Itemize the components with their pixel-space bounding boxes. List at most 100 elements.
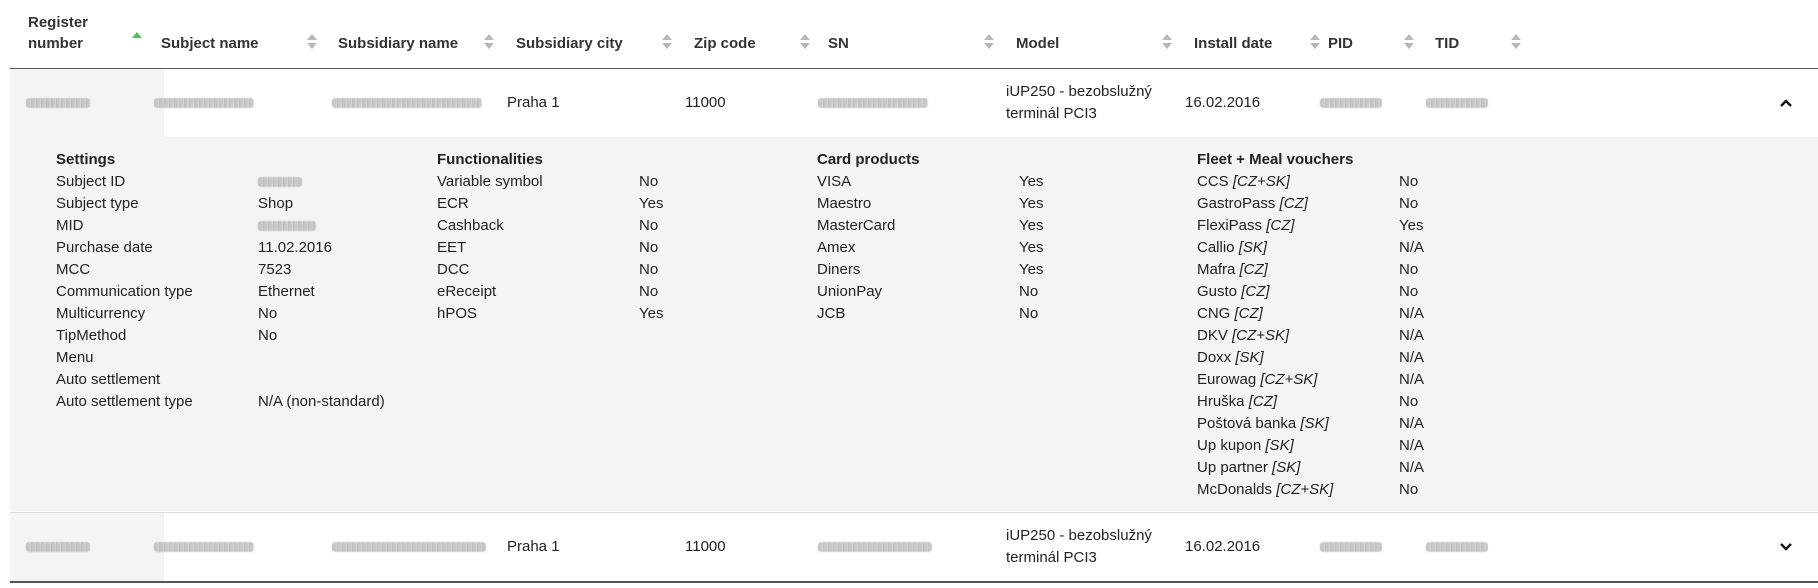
detail-key: JCB: [817, 303, 845, 325]
column-header-register-number[interactable]: Register number: [28, 0, 142, 68]
table-row[interactable]: Praha 1 11000 iUP250 - bezobslužný termi…: [10, 69, 1818, 138]
detail-value: No: [639, 173, 659, 190]
detail-value: No: [1019, 283, 1039, 300]
detail-key: CCS [CZ+SK]: [1197, 171, 1290, 193]
zip-code-cell: 11000: [685, 538, 726, 555]
detail-key-text: GastroPass: [1197, 195, 1276, 212]
detail-key: Menu: [56, 347, 94, 369]
column-header-subject-name[interactable]: Subject name: [161, 0, 321, 68]
detail-value: Yes: [1019, 261, 1044, 278]
section-title: Card products: [817, 151, 920, 168]
detail-region: [CZ]: [1279, 195, 1308, 212]
column-header-sn[interactable]: SN: [828, 0, 1008, 68]
detail-item: MCC 7523: [56, 259, 291, 281]
detail-value: N/A: [1399, 305, 1425, 322]
detail-key-text: eReceipt: [437, 283, 497, 300]
chevron-up-icon[interactable]: [1778, 95, 1794, 111]
detail-key-text: Hruška: [1197, 393, 1245, 410]
detail-region: [CZ+SK]: [1232, 327, 1290, 344]
detail-key-text: McDonalds: [1197, 481, 1273, 498]
detail-key-text: Up kupon: [1197, 437, 1262, 454]
sort-icon: [984, 34, 994, 50]
detail-item: Diners Yes: [817, 259, 1043, 281]
column-header-install-date[interactable]: Install date: [1194, 0, 1324, 68]
detail-region: [CZ+SK]: [1232, 173, 1290, 190]
column-header-subsidiary-city[interactable]: Subsidiary city: [516, 0, 676, 68]
detail-region: [SK]: [1265, 437, 1294, 454]
sort-icon: [1310, 34, 1320, 50]
subsidiary-name-cell: [332, 69, 482, 137]
detail-item: DCC No: [437, 259, 658, 281]
detail-key-text: CNG: [1197, 305, 1231, 322]
detail-key-text: DCC: [437, 261, 470, 278]
detail-key: Callio [SK]: [1197, 237, 1267, 259]
detail-key: Cashback: [437, 215, 504, 237]
detail-value: Ethernet: [258, 283, 315, 300]
detail-key-text: Eurowag: [1197, 371, 1257, 388]
table-header: Register number Subject name Subsidiary …: [10, 0, 1818, 70]
column-header-subsidiary-name[interactable]: Subsidiary name: [338, 0, 498, 68]
column-header-pid[interactable]: PID: [1328, 0, 1428, 68]
sort-icon: [307, 34, 317, 50]
column-label: Subject name: [161, 35, 259, 52]
detail-value: N/A: [1399, 459, 1425, 476]
column-label: Install date: [1194, 35, 1273, 52]
model-line: terminál PCI3: [1006, 549, 1097, 566]
chevron-down-icon[interactable]: [1778, 539, 1794, 555]
detail-key-text: Purchase date: [56, 239, 153, 256]
detail-region: [CZ+SK]: [1260, 371, 1318, 388]
detail-value: Yes: [1019, 217, 1044, 234]
redacted-subsidiary-name: [332, 542, 486, 552]
table-row[interactable]: Praha 1 11000 iUP250 - bezobslužný termi…: [10, 512, 1818, 583]
redacted-sn: [818, 98, 928, 108]
column-header-model[interactable]: Model: [1016, 0, 1186, 68]
subsidiary-name-cell: [332, 513, 486, 581]
detail-region: [SK]: [1272, 459, 1301, 476]
detail-item: Up kupon [SK] N/A: [1197, 435, 1424, 457]
detail-value: No: [258, 305, 278, 322]
detail-item: FlexiPass [CZ] Yes: [1197, 215, 1423, 237]
detail-key-text: Auto settlement type: [56, 393, 193, 410]
model-cell: iUP250 - bezobslužný terminál PCI3: [1006, 513, 1152, 569]
detail-region: [CZ]: [1248, 393, 1278, 410]
column-label: Register number: [28, 14, 89, 52]
detail-key-text: Subject type: [56, 195, 139, 212]
functionalities-section: Functionalities Variable symbol No ECR Yes C…: [437, 149, 663, 325]
detail-key-text: CCS: [1197, 173, 1229, 190]
section-title: Functionalities: [437, 151, 543, 168]
detail-item: Multicurrency No: [56, 303, 277, 325]
detail-key: Gusto [CZ]: [1197, 281, 1270, 303]
detail-item: TipMethod No: [56, 325, 277, 347]
column-header-zip-code[interactable]: Zip code: [694, 0, 814, 68]
detail-key: eReceipt: [437, 281, 496, 303]
detail-value: Yes: [1399, 217, 1424, 234]
detail-key-text: Callio: [1197, 239, 1235, 256]
detail-value: N/A: [1399, 437, 1425, 454]
zip-code-cell: 11000: [685, 94, 726, 111]
sort-icon: [1511, 34, 1521, 50]
detail-item: Purchase date 11.02.2016: [56, 237, 332, 259]
detail-key: UnionPay: [817, 281, 882, 303]
detail-value: No: [1399, 481, 1419, 498]
section-title: Fleet + Meal vouchers: [1197, 151, 1354, 168]
detail-value: No: [639, 261, 659, 278]
detail-item: MID: [56, 215, 316, 237]
detail-region: [SK]: [1300, 415, 1329, 432]
detail-value: No: [639, 239, 659, 256]
detail-key-text: Menu: [56, 349, 94, 366]
model-line: iUP250 - bezobslužný: [1006, 527, 1152, 544]
sort-icon: [1404, 34, 1414, 50]
column-header-tid[interactable]: TID: [1435, 0, 1535, 68]
detail-item: JCB No: [817, 303, 1038, 325]
tid-cell: [1426, 69, 1488, 137]
detail-value: No: [1399, 393, 1419, 410]
detail-item: Doxx [SK] N/A: [1197, 347, 1424, 369]
detail-key-text: Subject ID: [56, 173, 126, 190]
detail-item: Cashback No: [437, 215, 658, 237]
detail-key: VISA: [817, 171, 851, 193]
detail-value: N/A: [1399, 371, 1425, 388]
redacted-subsidiary-name: [332, 98, 482, 108]
redacted-tid: [1426, 98, 1488, 108]
detail-item: Eurowag [CZ+SK] N/A: [1197, 369, 1424, 391]
redacted-subject-name: [154, 542, 254, 552]
